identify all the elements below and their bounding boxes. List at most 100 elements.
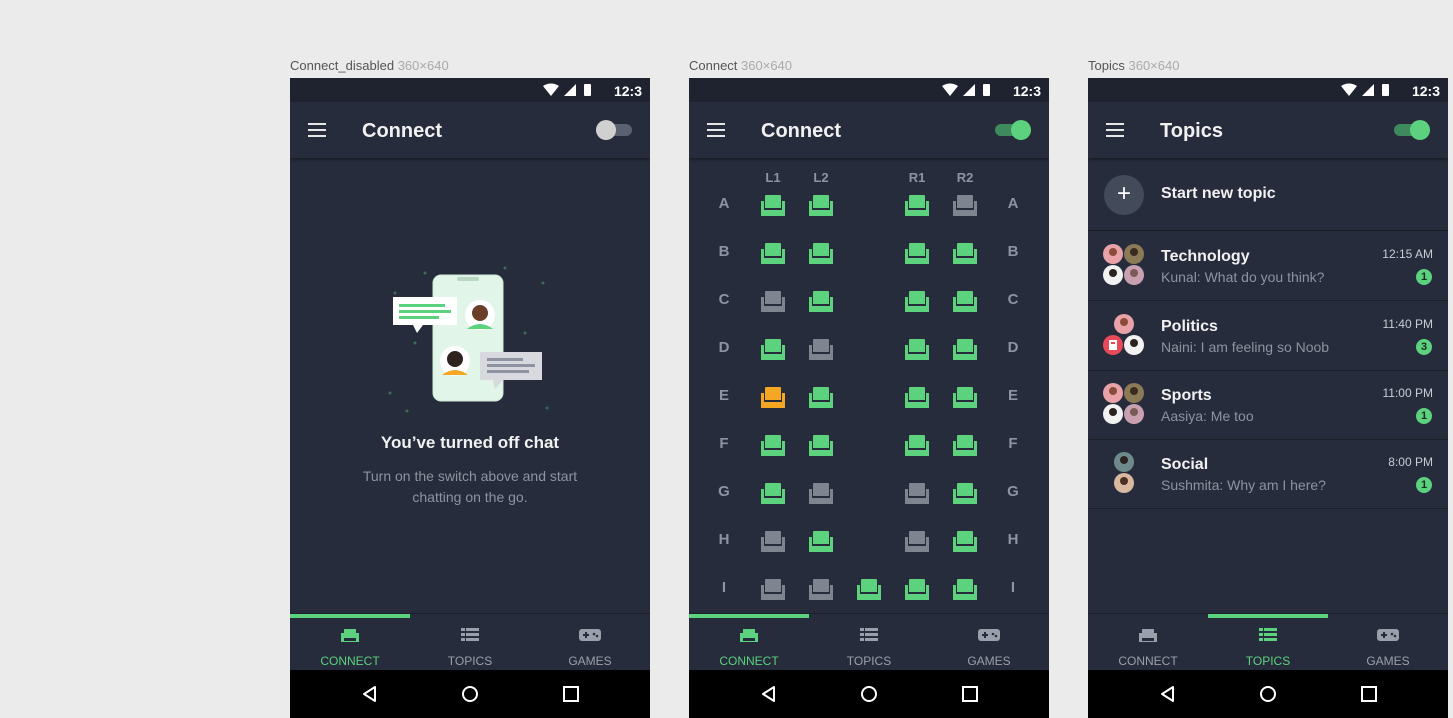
seat-d1-available[interactable] <box>760 337 786 361</box>
nav-games[interactable]: GAMES <box>929 614 1049 671</box>
seat-e2-available[interactable] <box>808 385 834 409</box>
start-new-topic-label: Start new topic <box>1161 185 1276 202</box>
topic-row-technology[interactable]: Technology Kunal: What do you think? 12:… <box>1088 231 1448 301</box>
seat-g5-available[interactable] <box>952 481 978 505</box>
seat-c1-taken[interactable] <box>760 289 786 313</box>
seat-e1-selected[interactable] <box>760 385 786 409</box>
seat-g1-available[interactable] <box>760 481 786 505</box>
chat-toggle[interactable] <box>995 120 1031 140</box>
nav-topics[interactable]: TOPICS <box>410 614 530 671</box>
seat-row-label: F <box>719 435 729 452</box>
topic-row-sports[interactable]: Sports Aasiya: Me too 11:00 PM 1 <box>1088 370 1448 440</box>
nav-connect[interactable]: CONNECT <box>689 614 809 671</box>
seat-f1-available[interactable] <box>760 433 786 457</box>
seat-h2-available[interactable] <box>808 529 834 553</box>
seat-b4-available[interactable] <box>904 241 930 265</box>
unread-badge: 1 <box>1416 408 1432 424</box>
seat-i4-available[interactable] <box>904 577 930 601</box>
topic-name: Sports <box>1161 387 1212 404</box>
recents-icon[interactable] <box>960 684 980 704</box>
status-icons <box>543 83 591 96</box>
chat-toggle[interactable] <box>596 120 632 140</box>
menu-icon[interactable] <box>308 123 326 137</box>
seat-i2-taken[interactable] <box>808 577 834 601</box>
seat-h4-taken[interactable] <box>904 529 930 553</box>
menu-icon[interactable] <box>707 123 725 137</box>
seat-c5-available[interactable] <box>952 289 978 313</box>
nav-games-label: GAMES <box>568 654 612 668</box>
bottom-nav: CONNECT TOPICS GAMES <box>290 613 650 671</box>
nav-connect-label: CONNECT <box>719 654 779 668</box>
start-new-topic-button[interactable]: + Start new topic <box>1088 158 1448 231</box>
seat-c2-available[interactable] <box>808 289 834 313</box>
topic-time: 8:00 PM <box>1388 455 1433 469</box>
seat-a2-available[interactable] <box>808 193 834 217</box>
seat-row-label: B <box>718 243 730 260</box>
seat-a1-available[interactable] <box>760 193 786 217</box>
seat-row-label: C <box>1007 291 1019 308</box>
list-icon <box>1259 628 1277 641</box>
status-time: 12:3 <box>613 83 642 99</box>
back-icon[interactable] <box>759 684 779 704</box>
nav-games-label: GAMES <box>967 654 1011 668</box>
seat-row-label: G <box>1007 483 1019 500</box>
nav-topics[interactable]: TOPICS <box>1208 614 1328 671</box>
seat-d2-taken[interactable] <box>808 337 834 361</box>
frame-label-connect-disabled: Connect_disabled 360×640 <box>290 58 449 73</box>
seat-row-label: E <box>1007 387 1018 404</box>
seat-b1-available[interactable] <box>760 241 786 265</box>
app-bar: Connect <box>290 102 650 158</box>
back-icon[interactable] <box>1158 684 1178 704</box>
gamepad-icon <box>1377 629 1399 641</box>
status-icons <box>1341 83 1389 96</box>
seat-d5-available[interactable] <box>952 337 978 361</box>
topic-row-social[interactable]: Social Sushmita: Why am I here? 8:00 PM … <box>1088 439 1448 509</box>
seat-i3-available[interactable] <box>856 577 882 601</box>
topic-row-politics[interactable]: Politics Naini: I am feeling so Noob 11:… <box>1088 301 1448 371</box>
seat-b5-available[interactable] <box>952 241 978 265</box>
home-icon[interactable] <box>859 684 879 704</box>
nav-topics[interactable]: TOPICS <box>809 614 929 671</box>
home-icon[interactable] <box>1258 684 1278 704</box>
seat-a4-available[interactable] <box>904 193 930 217</box>
menu-icon[interactable] <box>1106 123 1124 137</box>
gamepad-icon <box>978 629 1000 641</box>
seat-h1-taken[interactable] <box>760 529 786 553</box>
seat-f5-available[interactable] <box>952 433 978 457</box>
seat-e4-available[interactable] <box>904 385 930 409</box>
seat-a5-taken[interactable] <box>952 193 978 217</box>
status-time: 12:3 <box>1012 83 1041 99</box>
page-title: Topics <box>1160 120 1223 142</box>
empty-state-title: You’ve turned off chat <box>380 433 560 452</box>
seat-g4-taken[interactable] <box>904 481 930 505</box>
recents-icon[interactable] <box>1359 684 1379 704</box>
seat-b2-available[interactable] <box>808 241 834 265</box>
seat-i5-available[interactable] <box>952 577 978 601</box>
nav-topics-label: TOPICS <box>447 654 493 668</box>
seat-e5-available[interactable] <box>952 385 978 409</box>
seat-column-label: R2 <box>956 170 974 185</box>
seat-f4-available[interactable] <box>904 433 930 457</box>
seat-g2-taken[interactable] <box>808 481 834 505</box>
seat-d4-available[interactable] <box>904 337 930 361</box>
chat-toggle[interactable] <box>1394 120 1430 140</box>
system-nav-bar <box>689 670 1049 718</box>
seat-row-label: H <box>718 531 730 548</box>
seat-h5-available[interactable] <box>952 529 978 553</box>
nav-connect[interactable]: CONNECT <box>1088 614 1208 671</box>
nav-games[interactable]: GAMES <box>1328 614 1448 671</box>
nav-connect[interactable]: CONNECT <box>290 614 410 671</box>
empty-desc-line1: Turn on the switch above and start <box>362 468 578 484</box>
nav-games[interactable]: GAMES <box>530 614 650 671</box>
seat-f2-available[interactable] <box>808 433 834 457</box>
chat-off-illustration <box>388 266 549 413</box>
recents-icon[interactable] <box>561 684 581 704</box>
back-icon[interactable] <box>360 684 380 704</box>
home-icon[interactable] <box>460 684 480 704</box>
seat-icon <box>740 629 758 642</box>
seat-i1-taken[interactable] <box>760 577 786 601</box>
seat-column-label: L1 <box>765 170 781 185</box>
topic-name: Politics <box>1161 318 1218 335</box>
seat-row-label: A <box>718 195 730 212</box>
seat-c4-available[interactable] <box>904 289 930 313</box>
